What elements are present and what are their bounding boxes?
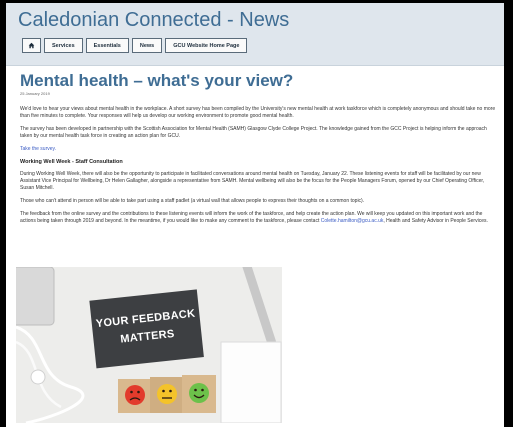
- nav-services-button[interactable]: Services: [44, 38, 83, 53]
- take-survey-link[interactable]: Take the survey.: [20, 146, 56, 152]
- article-paragraph-3: During Working Well Week, there will als…: [20, 171, 485, 191]
- article-paragraph-1: We'd love to hear your views about menta…: [20, 106, 496, 119]
- section-subheading: Working Well Week - Staff Consultation: [20, 159, 123, 165]
- article-paragraph-5: The feedback from the online survey and …: [20, 211, 488, 224]
- happy-face-icon: [189, 383, 209, 403]
- page-frame: Caledonian Connected - News Services Ess…: [6, 3, 504, 427]
- site-header: Caledonian Connected - News Services Ess…: [6, 3, 504, 66]
- article-date: 25 January 2019: [20, 91, 50, 96]
- home-icon: [28, 42, 35, 49]
- article-title: Mental health – what's your view?: [20, 71, 294, 90]
- nav-bar: Services Essentials News GCU Website Hom…: [22, 38, 248, 55]
- contact-email-link[interactable]: Colette.hamilton@gcu.ac.uk: [321, 218, 384, 224]
- article-paragraph-4: Those who can't attend in person will be…: [20, 198, 365, 204]
- site-title: Caledonian Connected - News: [18, 9, 290, 31]
- article: Mental health – what's your view? 25 Jan…: [20, 71, 496, 231]
- nav-essentials-button[interactable]: Essentials: [85, 38, 129, 53]
- nav-gcu-home-button[interactable]: GCU Website Home Page: [165, 38, 248, 53]
- nav-news-button[interactable]: News: [131, 38, 163, 53]
- nav-home-button[interactable]: [22, 38, 41, 53]
- neutral-face-icon: [157, 384, 177, 404]
- sad-face-icon: [125, 385, 145, 405]
- article-paragraph-2: The survey has been developed in partner…: [20, 126, 487, 139]
- feedback-image: YOUR FEEDBACK MATTERS: [16, 267, 282, 423]
